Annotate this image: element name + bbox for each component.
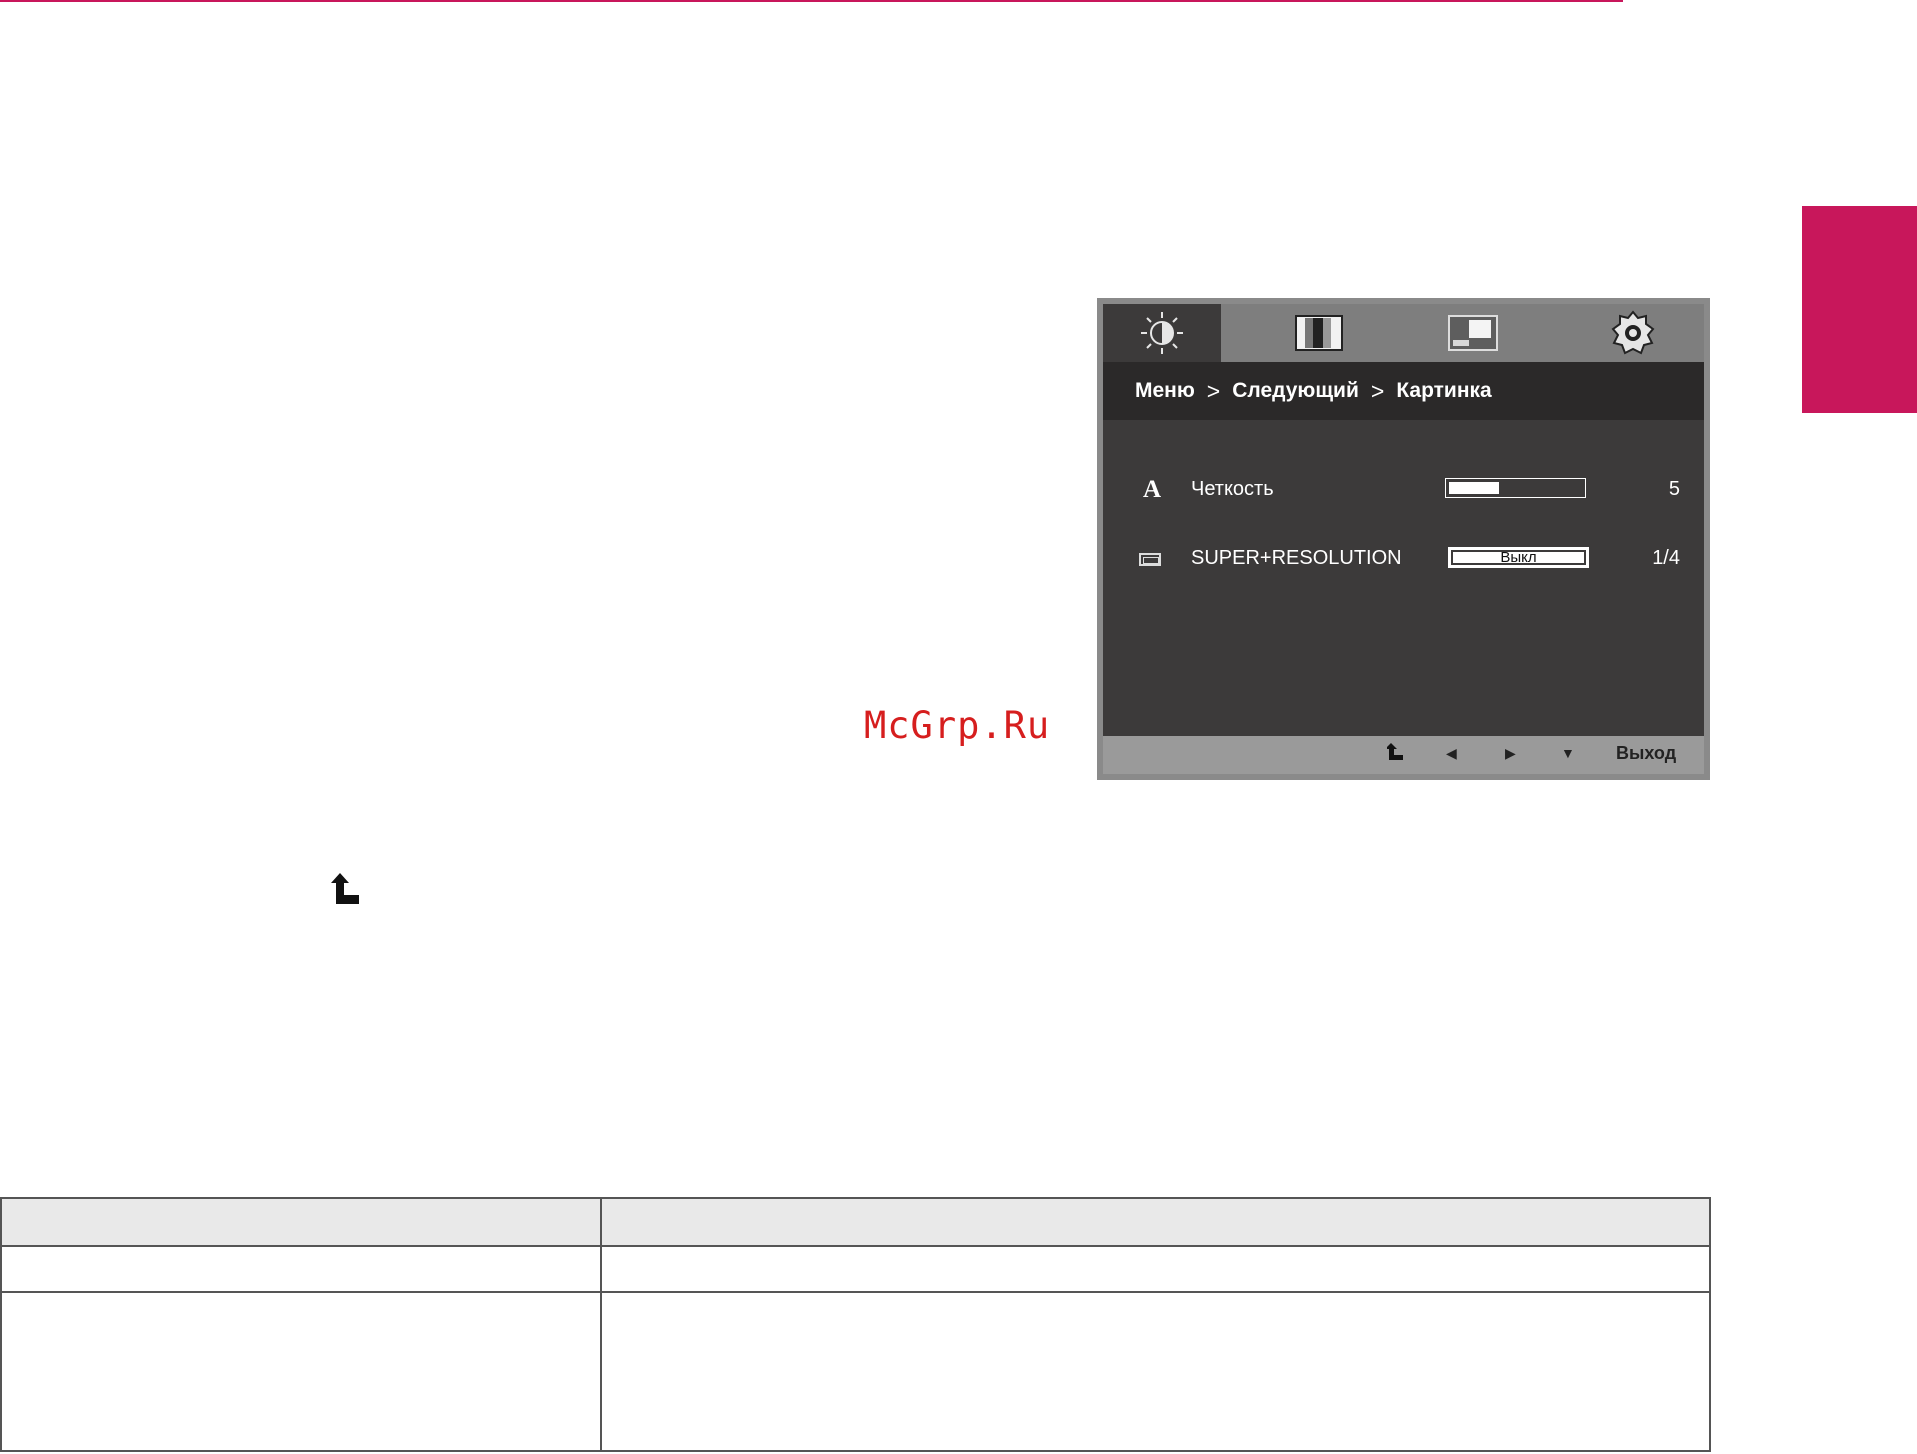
brightness-icon <box>1141 312 1183 354</box>
breadcrumb-picture: Картинка <box>1396 379 1492 402</box>
osd-breadcrumb: Меню > Следующий > Картинка <box>1103 362 1704 420</box>
osd-tab-bar <box>1103 304 1704 362</box>
table-header-row <box>0 1197 1711 1247</box>
left-arrow-icon[interactable]: ◀ <box>1446 745 1457 762</box>
sharpness-row[interactable]: A Четкость 5 <box>1103 476 1704 506</box>
osd-body: A Четкость 5 SUPER+RESOLUTION Выкл 1/4 <box>1103 420 1704 736</box>
table-cell <box>600 1291 1711 1452</box>
right-arrow-icon[interactable]: ▶ <box>1505 745 1516 762</box>
sharpness-slider-fill <box>1449 482 1499 494</box>
osd-menu: Меню > Следующий > Картинка A Четкость 5… <box>1097 298 1710 780</box>
letter-a-icon: A <box>1143 476 1162 503</box>
super-resolution-row[interactable]: SUPER+RESOLUTION Выкл 1/4 <box>1103 545 1704 575</box>
spec-table <box>0 1197 1711 1452</box>
down-arrow-icon[interactable]: ▼ <box>1561 745 1575 761</box>
picture-in-picture-icon <box>1448 315 1498 351</box>
breadcrumb-separator: > <box>1206 377 1221 404</box>
return-icon <box>331 873 361 910</box>
super-resolution-value-box[interactable]: Выкл <box>1448 547 1589 568</box>
sharpness-label: Четкость <box>1191 478 1274 500</box>
super-resolution-page: 1/4 <box>1652 547 1680 569</box>
language-side-tab <box>1802 206 1917 413</box>
breadcrumb-next: Следующий <box>1232 379 1359 402</box>
sharpness-slider[interactable] <box>1445 478 1586 498</box>
table-cell <box>600 1245 1711 1293</box>
top-accent-rule <box>0 0 1623 2</box>
tab-settings[interactable] <box>1593 304 1673 362</box>
super-resolution-icon <box>1139 553 1161 566</box>
watermark: McGrp.Ru <box>864 704 1051 747</box>
sharpness-value: 5 <box>1668 478 1680 500</box>
table-row <box>0 1245 1711 1293</box>
table-header-cell <box>0 1197 602 1247</box>
tab-picture[interactable] <box>1103 304 1221 362</box>
table-header-cell <box>600 1197 1711 1247</box>
table-cell <box>0 1291 602 1452</box>
tab-pip[interactable] <box>1433 304 1513 362</box>
tab-color[interactable] <box>1278 304 1358 362</box>
settings-gear-icon <box>1611 310 1655 355</box>
color-bars-icon <box>1295 315 1343 351</box>
breadcrumb-separator: > <box>1370 377 1385 404</box>
super-resolution-label: SUPER+RESOLUTION <box>1191 547 1402 569</box>
return-icon[interactable] <box>1385 743 1404 766</box>
table-row <box>0 1291 1711 1452</box>
exit-button[interactable]: Выход <box>1616 743 1676 764</box>
breadcrumb-menu: Меню <box>1135 379 1195 402</box>
table-cell <box>0 1245 602 1293</box>
osd-footer: ◀ ▶ ▼ Выход <box>1103 736 1704 774</box>
